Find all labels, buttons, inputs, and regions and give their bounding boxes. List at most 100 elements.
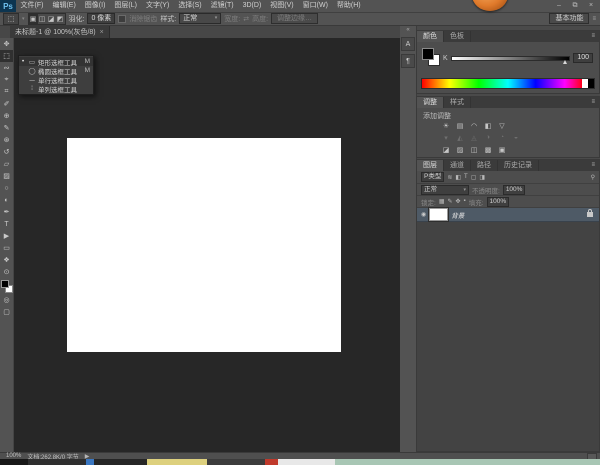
layers-tab-0[interactable]: 图层: [417, 160, 444, 171]
layers-tab-2[interactable]: 路径: [471, 160, 498, 171]
adjustment-icon-1-4[interactable]: ◔: [497, 133, 507, 142]
flyout-item-3[interactable]: ⁞ 单列选框工具: [19, 84, 93, 93]
adjustment-icon-2-2[interactable]: ◫: [469, 145, 479, 154]
adjustment-icon-2-3[interactable]: ▩: [483, 145, 493, 154]
toolbar-color-swatches[interactable]: [0, 279, 13, 293]
taskbar-item-8[interactable]: [335, 459, 600, 465]
adjustment-icon-1-3[interactable]: ◑: [483, 133, 493, 142]
color-swatches[interactable]: [422, 48, 440, 66]
adjustment-icon-2-1[interactable]: ▨: [455, 145, 465, 154]
brush-tool[interactable]: ✎: [0, 122, 13, 134]
menu-item-2[interactable]: 图像(I): [80, 0, 110, 12]
minimize-icon[interactable]: –: [554, 0, 564, 12]
lock-icon-1[interactable]: ✎: [447, 198, 452, 205]
adjustment-icon-1-2[interactable]: ◬: [469, 133, 479, 142]
background-layer-row[interactable]: ◉ 背景: [417, 208, 599, 222]
taskbar-item-0[interactable]: [0, 459, 28, 465]
adjustment-icon-2-4[interactable]: ▣: [497, 145, 507, 154]
foreground-color-swatch[interactable]: [1, 280, 9, 288]
adjustment-icon-2-0[interactable]: ◪: [441, 145, 451, 154]
menu-item-6[interactable]: 滤镜(T): [206, 0, 238, 12]
dodge-tool[interactable]: ◐: [0, 194, 13, 206]
workspace-button[interactable]: 基本功能: [549, 13, 589, 24]
filter-icon-2[interactable]: T: [464, 174, 468, 181]
adjustments-tab-1[interactable]: 样式: [444, 97, 471, 108]
taskbar-item-5[interactable]: [207, 459, 265, 465]
document-tab[interactable]: 未标题-1 @ 100%(灰色/8) ×: [10, 26, 110, 38]
selection-mode-add[interactable]: ◫: [38, 14, 47, 24]
document-canvas[interactable]: [67, 138, 341, 352]
clone-stamp-tool[interactable]: ⊛: [0, 134, 13, 146]
adjustment-icon-0-0[interactable]: ☀: [441, 121, 451, 130]
selection-mode-subtract[interactable]: ◪: [47, 14, 56, 24]
crop-tool[interactable]: ⌗: [0, 86, 13, 98]
layer-thumbnail[interactable]: [429, 208, 448, 221]
adjustment-icon-1-0[interactable]: ▾: [441, 133, 451, 142]
tool-preset-arrow-icon[interactable]: ▾: [22, 16, 25, 22]
blur-tool[interactable]: ○: [0, 182, 13, 194]
swap-dimensions-icon[interactable]: ⇄: [243, 15, 249, 23]
paragraph-panel-icon[interactable]: ¶: [401, 54, 415, 68]
taskbar-item-4[interactable]: [147, 459, 207, 465]
rect-marquee-tool[interactable]: ⬚: [0, 50, 13, 62]
filter-icon-0[interactable]: ≋: [447, 174, 452, 181]
refine-edge-button[interactable]: 调整边缘…: [271, 13, 318, 24]
menu-item-9[interactable]: 窗口(W): [298, 0, 332, 12]
eraser-tool[interactable]: ▱: [0, 158, 13, 170]
lasso-tool[interactable]: ∾: [0, 62, 13, 74]
menu-item-0[interactable]: 文件(F): [16, 0, 48, 12]
layer-visibility-eye-icon[interactable]: ◉: [421, 211, 426, 218]
color-tab-1[interactable]: 色板: [444, 31, 471, 42]
hand-tool[interactable]: ❖: [0, 254, 13, 266]
menu-item-4[interactable]: 文字(Y): [141, 0, 173, 12]
feather-input[interactable]: 0 像素: [87, 13, 115, 24]
layer-name[interactable]: 背景: [451, 210, 464, 220]
menu-item-8[interactable]: 视图(V): [266, 0, 298, 12]
layers-tab-1[interactable]: 通道: [444, 160, 471, 171]
layer-filter-kind-select[interactable]: P类型: [421, 172, 444, 182]
adjustment-icon-0-1[interactable]: ▤: [455, 121, 465, 130]
filter-icon-1[interactable]: ◧: [455, 174, 461, 181]
menu-item-7[interactable]: 3D(D): [238, 0, 266, 12]
healing-brush-tool[interactable]: ⊕: [0, 110, 13, 122]
move-tool[interactable]: ✥: [0, 38, 13, 50]
color-spectrum-ramp[interactable]: [421, 78, 595, 89]
adjustment-icon-0-4[interactable]: ▽: [497, 121, 507, 130]
adjustments-tab-0[interactable]: 调整: [417, 97, 444, 108]
k-slider[interactable]: [451, 56, 571, 61]
k-slider-handle[interactable]: [563, 60, 567, 64]
lock-icon-2[interactable]: ✥: [456, 198, 461, 205]
screen-mode-icon[interactable]: ▢: [0, 306, 13, 318]
history-brush-tool[interactable]: ↺: [0, 146, 13, 158]
blend-mode-select[interactable]: 正常 ▾: [421, 185, 469, 195]
taskbar-item-2[interactable]: [86, 459, 94, 465]
adjustment-icon-1-5[interactable]: ◒: [511, 133, 521, 142]
gradient-tool[interactable]: ▨: [0, 170, 13, 182]
taskbar-item-6[interactable]: [265, 459, 278, 465]
panel-menu-icon[interactable]: ≡: [587, 97, 599, 108]
spectrum-black-cap[interactable]: [588, 79, 594, 88]
close-icon[interactable]: ×: [100, 29, 104, 36]
adjustment-icon-1-1[interactable]: ◭: [455, 133, 465, 142]
menu-item-1[interactable]: 编辑(E): [48, 0, 80, 12]
quick-selection-tool[interactable]: ⌖: [0, 74, 13, 86]
shape-tool[interactable]: ▭: [0, 242, 13, 254]
filter-toggle-icon[interactable]: ⚲: [591, 174, 595, 181]
taskbar-item-1[interactable]: [28, 459, 86, 465]
taskbar-item-7[interactable]: [278, 459, 335, 465]
layers-tab-3[interactable]: 历史记录: [498, 160, 539, 171]
antialias-checkbox[interactable]: [118, 15, 126, 23]
quick-mask-icon[interactable]: ◎: [0, 294, 13, 306]
menu-item-3[interactable]: 图层(L): [110, 0, 142, 12]
type-tool[interactable]: T: [0, 218, 13, 230]
selection-mode-intersect[interactable]: ◩: [56, 14, 65, 24]
panel-menu-icon[interactable]: ≡: [587, 160, 599, 171]
adjustment-icon-0-3[interactable]: ◧: [483, 121, 493, 130]
color-tab-0[interactable]: 颜色: [417, 31, 444, 42]
menu-item-10[interactable]: 帮助(H): [332, 0, 365, 12]
lock-icon-0[interactable]: ▦: [439, 198, 445, 205]
opacity-field[interactable]: 100%: [503, 185, 526, 195]
foreground-color-swatch[interactable]: [422, 48, 434, 60]
adjustment-icon-0-2[interactable]: ◠: [469, 121, 479, 130]
character-panel-icon[interactable]: A: [401, 37, 415, 51]
